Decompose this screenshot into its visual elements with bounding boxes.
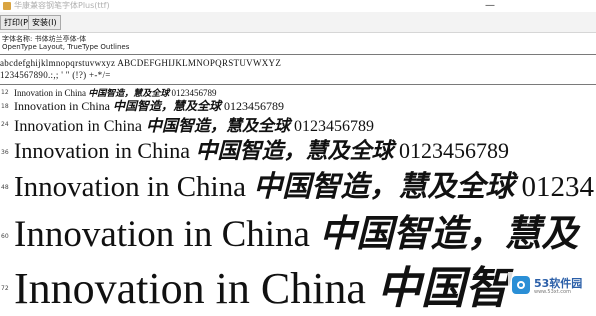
- sample-cjk: 中国智造，慧及全球: [253, 169, 515, 203]
- charset-digits: 1234567890.:,; ' " (!?) +-*/=: [0, 70, 111, 80]
- sample-cjk: 中国智造，慧及全球: [195, 138, 394, 164]
- sample-cjk: 中国智造，慧及: [319, 211, 579, 255]
- app-icon: [3, 2, 11, 10]
- sample-digits: 01234: [521, 171, 595, 203]
- font-type-info: OpenType Layout, TrueType Outlines: [2, 43, 130, 51]
- size-label: 48: [1, 184, 9, 191]
- toolbar: 打印(P) 安装(I): [0, 12, 596, 33]
- minimize-button[interactable]: —: [470, 0, 510, 12]
- sample-latin: Innovation in China: [14, 99, 110, 113]
- sample-digits: 0123456789: [399, 138, 509, 163]
- sample-cjk: 中国智造，慧及全球: [113, 99, 222, 113]
- sample-latin: Innovation in China: [14, 171, 246, 203]
- charset-letters: abcdefghijklmnopqrstuvwxyz ABCDEFGHIJKLM…: [0, 58, 282, 68]
- size-label: 24: [1, 121, 9, 128]
- size-label: 60: [1, 233, 9, 240]
- sample-text: Innovation in China 中国智造，慧及全球 01234: [14, 163, 594, 205]
- watermark-logo-icon: [512, 276, 530, 294]
- sample-cjk: 中国智: [376, 263, 509, 314]
- size-label: 18: [1, 103, 9, 110]
- size-label: 36: [1, 149, 9, 156]
- title-bar: 华康兼容钢笔字体Plus(ttf) —: [0, 0, 596, 12]
- sample-text: Innovation in China 中国智造，慧及: [14, 203, 578, 257]
- sample-digits: 0123456789: [224, 99, 285, 113]
- install-button[interactable]: 安装(I): [28, 15, 61, 30]
- sample-latin: Innovation in China: [14, 138, 190, 163]
- watermark-url: www.53xt.com: [534, 289, 571, 295]
- sample-latin: Innovation in China: [14, 214, 310, 255]
- window-title: 华康兼容钢笔字体Plus(ttf): [14, 1, 110, 10]
- size-label: 12: [1, 89, 9, 96]
- sample-text: Innovation in China 中国智: [14, 252, 509, 316]
- size-label: 72: [1, 285, 9, 292]
- watermark: 53软件园 www.53xt.com: [508, 272, 594, 302]
- sample-latin: Innovation in China: [14, 264, 366, 313]
- divider: [0, 84, 596, 85]
- sample-text: Innovation in China 中国智造，慧及全球 0123456789: [14, 133, 509, 165]
- divider: [0, 54, 596, 55]
